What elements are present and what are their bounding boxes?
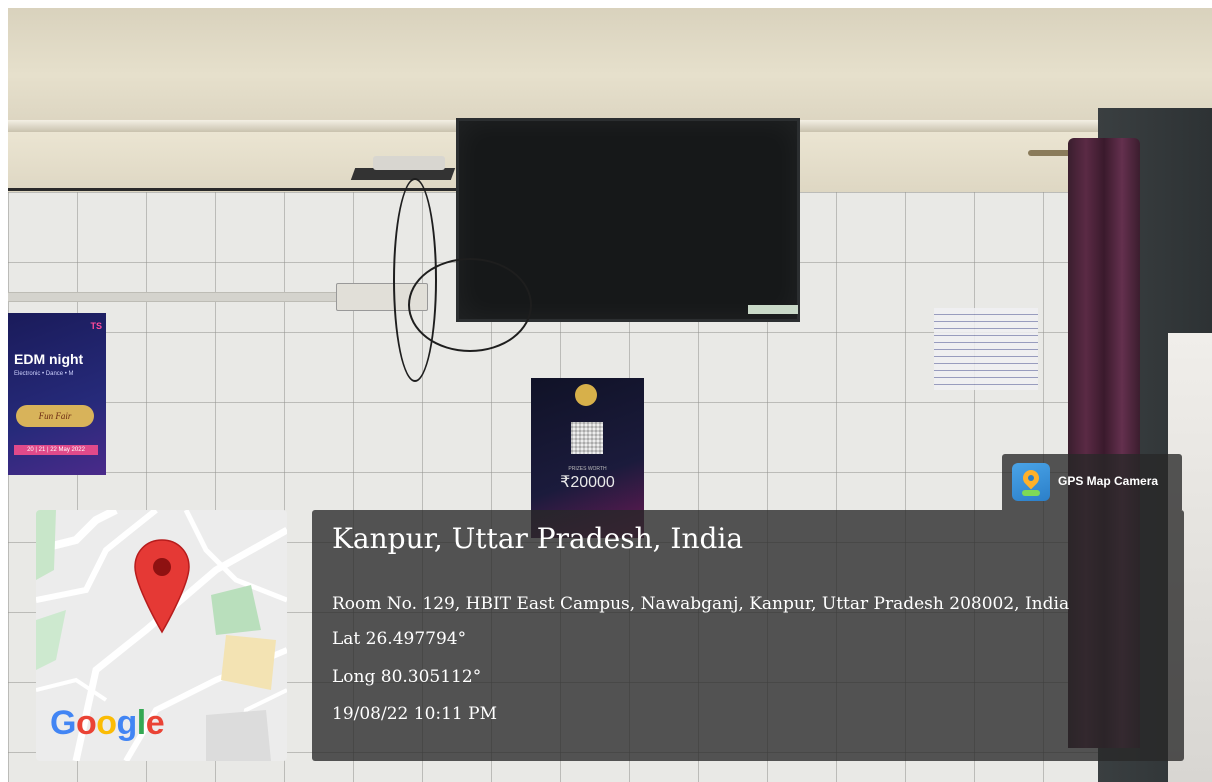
location-info-panel: Kanpur, Uttar Pradesh, India Room No. 12… (312, 510, 1184, 761)
gps-badge-label: GPS Map Camera (1058, 474, 1159, 488)
location-address: Room No. 129, HBIT East Campus, Nawabgan… (332, 594, 1070, 614)
prize-amount: ₹20000 (560, 474, 615, 491)
wall-pipe (8, 292, 338, 302)
poster-tag: TS (90, 321, 102, 331)
poster-dates: 20 | 21 | 22 May 2022 (14, 445, 98, 455)
location-longitude: Long 80.305112° (332, 667, 482, 687)
set-top-box (373, 156, 445, 170)
wall-cable (8, 188, 468, 191)
gps-map-camera-badge: GPS Map Camera (1002, 454, 1182, 510)
tv-sticker (748, 305, 798, 314)
google-logo: Google (50, 704, 165, 742)
map-pin-icon (134, 539, 190, 634)
handwritten-notice (934, 308, 1038, 390)
medal-icon (575, 384, 597, 406)
map-thumbnail: Google (36, 510, 287, 761)
gps-camera-app-icon (1012, 463, 1050, 501)
map-base-icon (1022, 490, 1040, 496)
location-latitude: Lat 26.497794° (332, 629, 467, 649)
location-datetime: 19/08/22 10:11 PM (332, 704, 497, 724)
location-city: Kanpur, Uttar Pradesh, India (332, 522, 744, 555)
photo-frame: TS EDM night Electronic • Dance • M Fun … (0, 0, 1212, 782)
location-pin-icon (1019, 466, 1043, 490)
poster-badge: Fun Fair (16, 405, 94, 427)
edm-night-poster: TS EDM night Electronic • Dance • M Fun … (8, 313, 106, 475)
hanging-cable-loop (408, 258, 532, 352)
wall-plaster (8, 8, 1212, 120)
poster-title: EDM night (14, 351, 84, 367)
qr-code-icon (571, 422, 603, 454)
poster-subtitle: Electronic • Dance • M (14, 371, 74, 377)
